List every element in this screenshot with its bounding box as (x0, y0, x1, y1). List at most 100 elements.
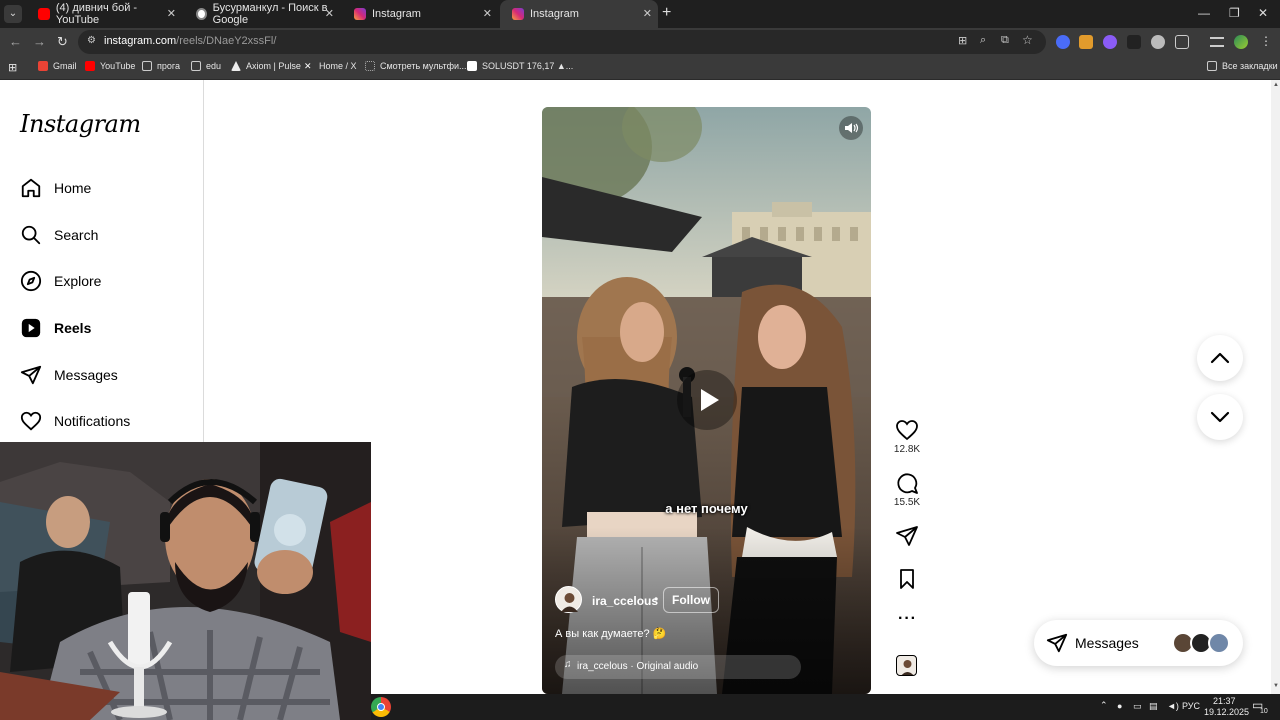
scroll-down-arrow-icon[interactable]: ▼ (1273, 683, 1279, 689)
sidebar-item-messages[interactable]: Messages (20, 361, 118, 389)
webcam-overlay (0, 442, 371, 720)
language-indicator[interactable]: РУС (1182, 701, 1200, 711)
bookmark-axiom[interactable]: Axiom | Pulse (231, 61, 301, 71)
volume-icon[interactable] (839, 116, 863, 140)
sidebar-item-label: Search (54, 227, 99, 243)
forward-icon[interactable]: → (33, 34, 46, 49)
messages-button[interactable]: Messages (1034, 620, 1243, 666)
audio-pill[interactable]: ♫ ira_ccelous · Original audio (555, 655, 801, 679)
microphone-icon[interactable]: ● (1117, 701, 1122, 711)
site-info-icon[interactable]: ⚙ (87, 35, 96, 46)
reel-video[interactable]: а нет почему ira_ccelous • Follow А вы к… (542, 107, 871, 694)
install-app-icon[interactable]: ⧉ (1001, 34, 1009, 47)
clock-time[interactable]: 21:37 (1213, 696, 1236, 706)
bookmark-label: Home / X (319, 61, 357, 71)
sidebar-item-home[interactable]: Home (20, 174, 91, 202)
extension-icon[interactable] (1103, 35, 1117, 49)
extension-icon[interactable] (1056, 35, 1070, 49)
address-bar[interactable]: ⚙ instagram.com/reels/DNaeY2xssFl/ ⊞ ⌕ ⧉… (78, 30, 1046, 54)
share-paper-plane-icon[interactable] (895, 524, 919, 548)
search-icon (21, 225, 41, 245)
audio-thumbnail[interactable] (896, 655, 917, 676)
zoom-icon[interactable]: ⌕ (980, 34, 986, 47)
display-icon[interactable]: ▭ (1133, 701, 1142, 712)
reels-icon (21, 318, 41, 338)
clock-date[interactable]: 19.12.2025 (1204, 707, 1249, 717)
like-heart-icon[interactable] (895, 418, 919, 442)
back-icon[interactable]: ← (9, 34, 22, 49)
extensions-puzzle-icon[interactable] (1175, 35, 1189, 49)
chrome-taskbar-icon[interactable] (371, 697, 391, 717)
next-reel-button[interactable] (1197, 394, 1243, 440)
separator-dot: • (654, 592, 659, 606)
paper-plane-icon (20, 365, 42, 385)
all-bookmarks[interactable]: Все закладки (1207, 61, 1278, 71)
menu-kebab-icon[interactable]: ⋮ (1260, 34, 1272, 48)
new-tab-icon[interactable]: + (662, 4, 671, 22)
sidebar-item-label: Reels (54, 320, 92, 336)
tab-close-icon[interactable]: ✕ (483, 7, 492, 20)
sidebar-item-explore[interactable]: Explore (20, 267, 101, 295)
bookmark-youtube[interactable]: YouTube (85, 61, 135, 71)
previous-reel-button[interactable] (1197, 335, 1243, 381)
x-logo-icon: ✕ (304, 61, 312, 71)
sidebar-item-label: Messages (54, 367, 118, 383)
bookmark-x[interactable]: ✕ Home / X (304, 61, 357, 71)
extension-icon[interactable] (1079, 35, 1093, 49)
tab-close-icon[interactable]: ✕ (325, 7, 334, 20)
translate-icon[interactable]: ⊞ (958, 34, 967, 47)
reel-username[interactable]: ira_ccelous (592, 594, 658, 608)
network-icon[interactable]: ▤ (1149, 701, 1158, 712)
tab-close-icon[interactable]: ✕ (167, 7, 176, 20)
bookmark-star-icon[interactable]: ☆ (1022, 33, 1033, 47)
bookmark-cartoons[interactable]: Смотреть мультфи... (365, 61, 467, 71)
bookmark-folder-proga[interactable]: прога (142, 61, 180, 71)
tab-youtube[interactable]: (4) дивнич бой - YouTube ✕ (26, 0, 182, 28)
tab-title: Бусурманкул - Поиск в Google (212, 2, 328, 26)
tab-close-icon[interactable]: ✕ (643, 7, 652, 20)
reading-list-icon[interactable] (1210, 37, 1224, 47)
instagram-favicon-icon (354, 8, 366, 20)
play-icon (701, 389, 719, 411)
browser-toolbar: ← → ↻ ⚙ instagram.com/reels/DNaeY2xssFl/… (0, 28, 1280, 56)
reload-icon[interactable]: ↻ (57, 34, 68, 50)
profile-avatar[interactable] (1234, 35, 1248, 49)
bookmark-folder-edu[interactable]: edu (191, 61, 221, 71)
instagram-logo[interactable]: Instagram (20, 110, 141, 138)
tab-instagram-1[interactable]: Instagram ✕ (342, 0, 498, 28)
browser-tab-strip: ⌄ (4) дивнич бой - YouTube ✕ Бусурманкул… (0, 0, 1280, 28)
tray-chevron-up-icon[interactable]: ⌃ (1100, 700, 1108, 711)
messages-label: Messages (1075, 635, 1139, 651)
volume-icon[interactable]: ◄) (1167, 701, 1179, 711)
page-scrollbar[interactable]: ▲ ▼ (1271, 80, 1280, 694)
close-window-icon[interactable]: ✕ (1258, 6, 1268, 20)
comment-icon[interactable] (895, 471, 919, 495)
bookmark-solusdt[interactable]: SOLUSDT 176,17 ▲... (467, 61, 573, 71)
follow-button[interactable]: Follow (663, 587, 719, 613)
reel-description: А вы как думаете? 🤔 (555, 628, 667, 640)
play-button[interactable] (677, 370, 737, 430)
apps-grid-icon[interactable]: ⊞ (8, 61, 17, 74)
bookmark-label: Axiom | Pulse (246, 61, 301, 71)
minimize-icon[interactable]: — (1198, 6, 1210, 20)
bookmark-label: YouTube (100, 61, 136, 71)
sidebar-item-search[interactable]: Search (20, 221, 98, 249)
tab-search-chevron-icon[interactable]: ⌄ (4, 5, 22, 23)
bookmark-gmail[interactable]: Gmail (38, 61, 77, 71)
paper-plane-icon (1046, 633, 1068, 653)
axiom-icon (231, 61, 241, 71)
sidebar-item-label: Home (54, 180, 92, 196)
avatar-image (561, 593, 578, 612)
tab-google[interactable]: Бусурманкул - Поиск в Google ✕ (184, 0, 340, 28)
sidebar-item-reels[interactable]: Reels (20, 314, 91, 342)
more-options-icon[interactable]: ··· (898, 610, 917, 628)
extension-icon[interactable] (1151, 35, 1165, 49)
restore-icon[interactable]: ❐ (1229, 6, 1240, 20)
tab-instagram-active[interactable]: Instagram ✕ (500, 0, 658, 28)
sidebar-item-notifications[interactable]: Notifications (20, 407, 130, 435)
avatar[interactable] (555, 586, 582, 613)
scroll-up-arrow-icon[interactable]: ▲ (1273, 82, 1279, 88)
save-bookmark-icon[interactable] (895, 567, 919, 591)
bookmarks-bar: ⊞ Gmail YouTube прога edu Axiom | Pulse … (0, 56, 1280, 80)
extension-icon[interactable] (1127, 35, 1141, 49)
